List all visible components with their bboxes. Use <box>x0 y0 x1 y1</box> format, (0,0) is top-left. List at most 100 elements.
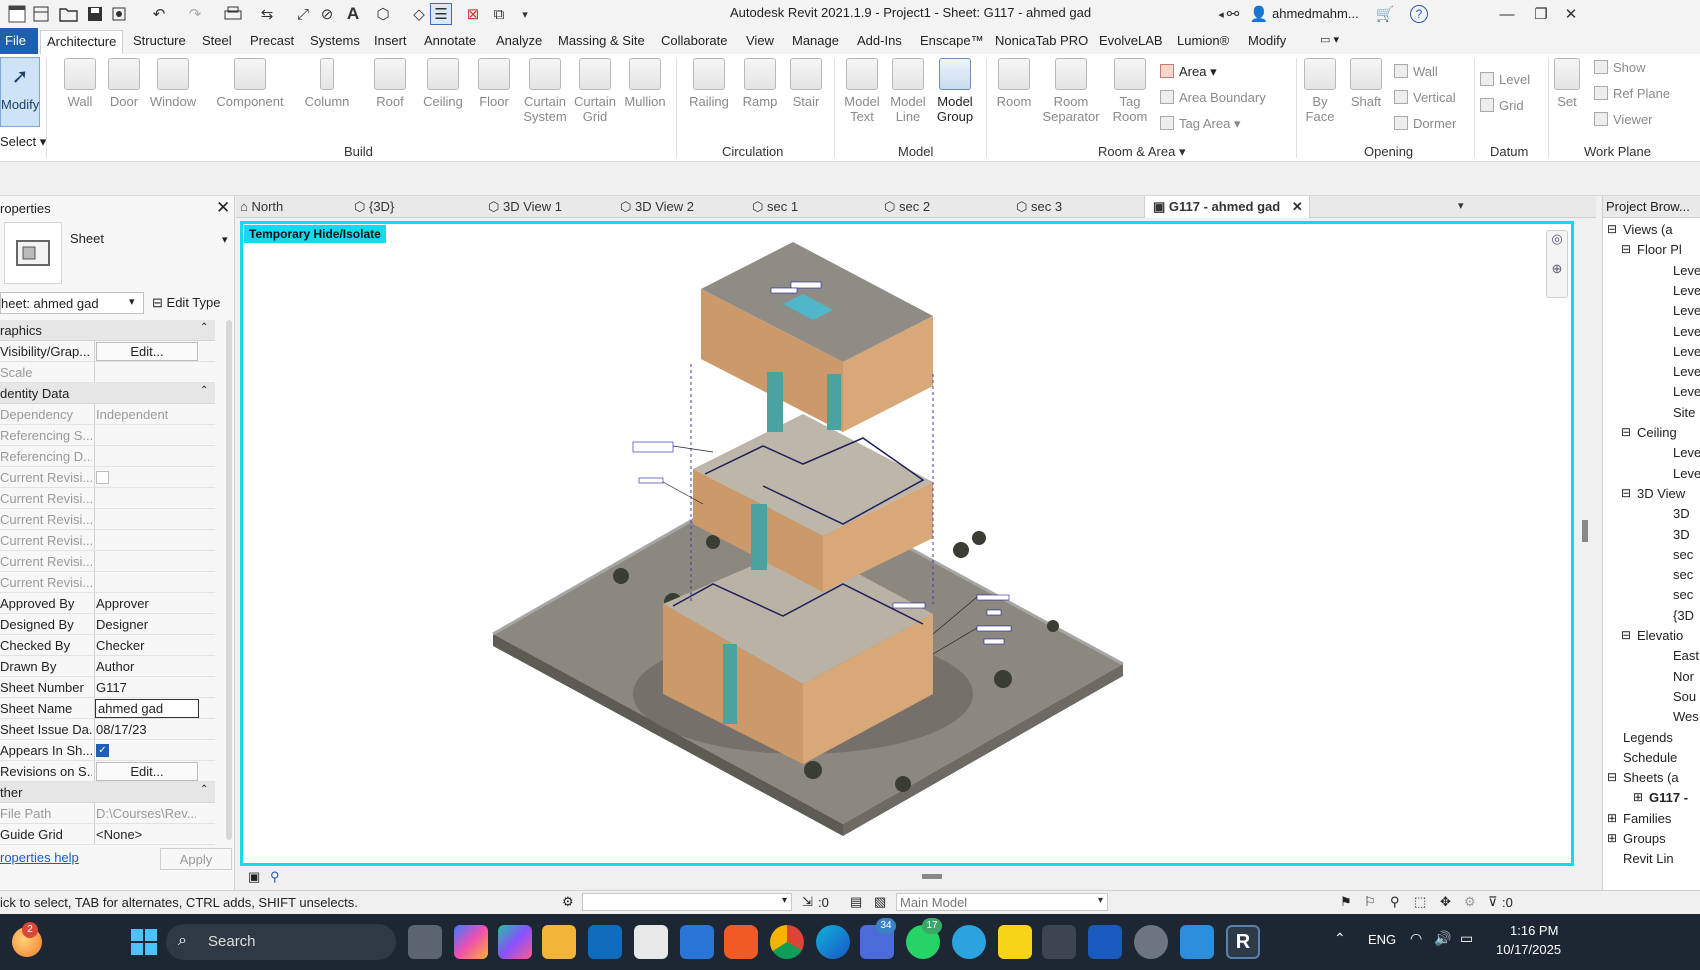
tab-view[interactable]: View <box>746 33 774 48</box>
room-separator-button[interactable]: Room Separator <box>1036 58 1106 124</box>
tree-item[interactable]: sec <box>1673 587 1693 602</box>
tab-systems[interactable]: Systems <box>310 33 360 48</box>
ceiling-button[interactable]: Ceiling <box>418 58 468 109</box>
tree-expander-icon[interactable]: ⊟ <box>1621 486 1631 500</box>
horizontal-scrollbar[interactable] <box>922 874 942 879</box>
tree-item[interactable]: Elevatio <box>1637 628 1683 643</box>
tag-icon[interactable]: ⊘ <box>316 3 338 25</box>
unity-icon[interactable] <box>1042 925 1076 959</box>
prop-designed-by[interactable]: Designed By Designer <box>0 614 215 635</box>
tree-expander-icon[interactable]: ⊟ <box>1607 770 1617 784</box>
column-button[interactable]: Column <box>302 58 352 109</box>
prop-checked-by[interactable]: Checked By Checker <box>0 635 215 656</box>
drawing-canvas[interactable] <box>240 221 1574 866</box>
tree-item[interactable]: Leve <box>1673 303 1700 318</box>
prop-approved-by[interactable]: Approved By Approver <box>0 593 215 614</box>
tree-item[interactable]: 3D <box>1673 506 1690 521</box>
customize-qat-icon[interactable]: ▾ <box>514 3 536 25</box>
stair-button[interactable]: Stair <box>786 58 826 109</box>
vertical-opening-button[interactable]: Vertical <box>1394 90 1456 105</box>
tree-expander-icon[interactable]: ⊟ <box>1621 425 1631 439</box>
tree-item[interactable]: East <box>1673 648 1699 663</box>
tree-item[interactable]: Views (a <box>1623 222 1673 237</box>
floor-button[interactable]: Floor <box>474 58 514 109</box>
tree-item[interactable]: sec <box>1673 547 1693 562</box>
tab-architecture[interactable]: Architecture <box>40 30 124 54</box>
sheet-view-icon[interactable]: ▣ <box>248 869 260 885</box>
close-window-icon[interactable]: ✕ <box>1560 3 1582 25</box>
3d-view-icon[interactable]: ⬡ <box>372 3 394 25</box>
print-icon[interactable] <box>222 3 244 25</box>
aligned-dimension-icon[interactable]: ⤢ <box>292 3 314 25</box>
editable-only-icon[interactable]: ⇲ <box>802 894 813 910</box>
dormer-button[interactable]: Dormer <box>1394 116 1456 131</box>
wall-button[interactable]: Wall <box>60 58 100 109</box>
type-dropdown-icon[interactable]: ▾ <box>222 233 228 246</box>
tab-massing-site[interactable]: Massing & Site <box>558 33 645 48</box>
text-icon[interactable]: A <box>342 3 364 25</box>
navigation-bar[interactable]: ◎ ⊕ <box>1546 230 1568 298</box>
design-options-icon[interactable]: ▤ <box>850 894 862 910</box>
tree-item[interactable]: Leve <box>1673 344 1700 359</box>
tree-item[interactable]: Revit Lin <box>1623 851 1674 866</box>
area-button[interactable]: Area ▾ <box>1160 64 1217 80</box>
tab-steel[interactable]: Steel <box>202 33 232 48</box>
tree-item[interactable]: Site <box>1673 405 1695 420</box>
shaft-button[interactable]: Shaft <box>1346 58 1386 109</box>
properties-help-link[interactable]: roperties help <box>0 850 79 865</box>
model-group-button[interactable]: Model Group <box>932 58 978 124</box>
tab-enscape[interactable]: Enscape™ <box>920 33 984 48</box>
tree-item[interactable]: Leve <box>1673 283 1700 298</box>
tree-expander-icon[interactable]: ⊟ <box>1621 242 1631 256</box>
drag-elements-icon[interactable]: ✥ <box>1440 894 1451 910</box>
user-icon[interactable]: 👤 <box>1248 3 1270 25</box>
ribbon-minimize-icon[interactable]: ▭ ▾ <box>1320 33 1339 46</box>
tree-item[interactable]: sec <box>1673 567 1693 582</box>
select-underlay-icon[interactable]: ⚐ <box>1364 894 1376 910</box>
tree-expander-icon[interactable]: ⊞ <box>1607 811 1617 825</box>
tree-item[interactable]: Groups <box>1623 831 1666 846</box>
tree-expander-icon[interactable]: ⊞ <box>1633 790 1643 804</box>
tree-item[interactable]: Leve <box>1673 466 1700 481</box>
copilot-icon[interactable] <box>454 925 488 959</box>
prop-sheet-name[interactable]: Sheet Name ahmed gad <box>0 698 215 719</box>
zoom-icon[interactable]: ⊕ <box>1547 261 1567 277</box>
tab-lumion[interactable]: Lumion® <box>1177 33 1229 48</box>
tree-item[interactable]: Sou <box>1673 689 1696 704</box>
clock-time[interactable]: 1:16 PM <box>1510 923 1558 938</box>
tab-analyze[interactable]: Analyze <box>496 33 542 48</box>
chrome-icon[interactable] <box>770 925 804 959</box>
show-workplane-button[interactable]: Show <box>1594 60 1646 75</box>
component-button[interactable]: Component <box>210 58 290 109</box>
help-icon[interactable]: ? <box>1410 5 1428 23</box>
tree-item[interactable]: 3D <box>1673 527 1690 542</box>
ramp-button[interactable]: Ramp <box>738 58 782 109</box>
chevron-up-icon[interactable]: ⌃ <box>1334 930 1346 947</box>
tree-item[interactable]: G117 - <box>1649 790 1688 805</box>
checkbox-checked[interactable]: ✓ <box>96 744 109 757</box>
tree-item[interactable]: Schedule <box>1623 750 1677 765</box>
tab-g117[interactable]: ▣ G117 - ahmed gad ✕ <box>1144 196 1310 218</box>
select-links-icon[interactable]: ⚑ <box>1340 894 1352 910</box>
tree-item[interactable]: Sheets (a <box>1623 770 1679 785</box>
prop-drawn-by[interactable]: Drawn By Author <box>0 656 215 677</box>
tab-north[interactable]: ⌂ North <box>240 199 283 214</box>
other-section[interactable]: ther ⌃ <box>0 782 215 803</box>
tab-annotate[interactable]: Annotate <box>424 33 476 48</box>
railing-button[interactable]: Railing <box>684 58 734 109</box>
revisions-edit-button[interactable]: Edit... <box>96 762 198 781</box>
measure-icon[interactable]: ⇆ <box>256 3 278 25</box>
tree-item[interactable]: Leve <box>1673 445 1700 460</box>
thin-lines-icon[interactable]: ☰ <box>430 3 452 25</box>
switch-windows-icon[interactable]: ⧉ <box>488 3 510 25</box>
level-button[interactable]: Level <box>1480 72 1530 87</box>
viewer-button[interactable]: Viewer <box>1594 112 1653 127</box>
tab-insert[interactable]: Insert <box>374 33 407 48</box>
tab-collaborate[interactable]: Collaborate <box>661 33 728 48</box>
revit-logo-icon[interactable] <box>6 3 28 25</box>
photos-icon[interactable] <box>1180 925 1214 959</box>
design-option-dropdown[interactable]: Main Model ▾ <box>896 893 1108 911</box>
pin-icon[interactable]: ⚲ <box>270 869 280 885</box>
tree-item[interactable]: Leve <box>1673 384 1700 399</box>
curtain-system-button[interactable]: Curtain System <box>520 58 570 124</box>
